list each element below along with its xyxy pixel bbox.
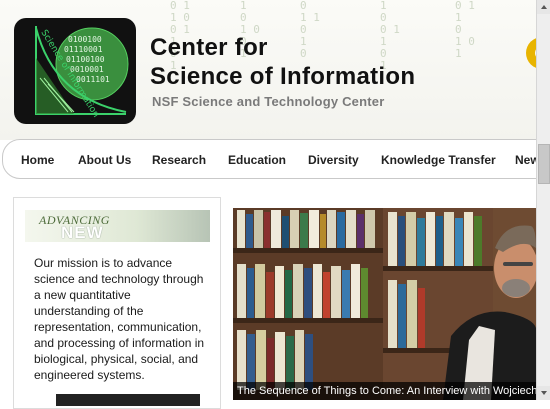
matrix-background: 0 1 1 0 1 0 1 bbox=[455, 0, 475, 60]
scroll-thumb[interactable] bbox=[538, 144, 550, 184]
scroll-down-button[interactable] bbox=[537, 386, 550, 400]
mission-panel: ADVANCING NEW FRONTIERS Our mission is t… bbox=[13, 197, 221, 409]
nav-knowledge-transfer[interactable]: Knowledge Transfer bbox=[381, 153, 496, 167]
site-title[interactable]: Center for Science of Information bbox=[150, 33, 415, 91]
site-title-line2: Science of Information bbox=[150, 63, 416, 90]
advancing-banner[interactable]: ADVANCING NEW FRONTIERS bbox=[25, 210, 210, 242]
site-title-line1: Center for bbox=[150, 34, 268, 61]
nav-education[interactable]: Education bbox=[228, 153, 286, 167]
logo-bits-0: 0100100 bbox=[68, 35, 102, 44]
logo-bits-1: 01110001 bbox=[64, 45, 103, 54]
nav-home[interactable]: Home bbox=[21, 153, 54, 167]
scroll-up-button[interactable] bbox=[537, 0, 550, 14]
banner-bottom-text: NEW FRONTIERS bbox=[61, 223, 104, 242]
mission-text: Our mission is to advance science and te… bbox=[34, 256, 205, 382]
nav-research[interactable]: Research bbox=[152, 153, 206, 167]
feature-caption[interactable]: The Sequence of Things to Come: An Inter… bbox=[233, 382, 536, 400]
logo-bits-2: 01100100 bbox=[66, 55, 105, 64]
site-subtitle: NSF Science and Technology Center bbox=[152, 94, 385, 109]
logo-graphic: 0100100 01110001 01100100 0010001 001110… bbox=[35, 26, 129, 119]
scroll-up-icon bbox=[541, 5, 547, 9]
feature-slideshow[interactable]: The Sequence of Things to Come: An Inter… bbox=[233, 208, 536, 400]
feature-image bbox=[233, 208, 536, 400]
site-header: 0 1 1 0 0 1 1 0 1 1 0 1 0 0 1 0 1 1 0 1 … bbox=[0, 0, 536, 140]
gear-icon bbox=[526, 38, 536, 68]
scroll-down-icon bbox=[541, 391, 547, 395]
site-logo[interactable]: 0100100 01110001 01100100 0010001 001110… bbox=[14, 18, 136, 124]
vertical-scrollbar[interactable] bbox=[536, 0, 550, 400]
panel-button-bar[interactable] bbox=[56, 394, 200, 406]
main-navigation: Home About Us Research Education Diversi… bbox=[2, 139, 550, 179]
nav-diversity[interactable]: Diversity bbox=[308, 153, 359, 167]
nav-about-us[interactable]: About Us bbox=[78, 153, 131, 167]
